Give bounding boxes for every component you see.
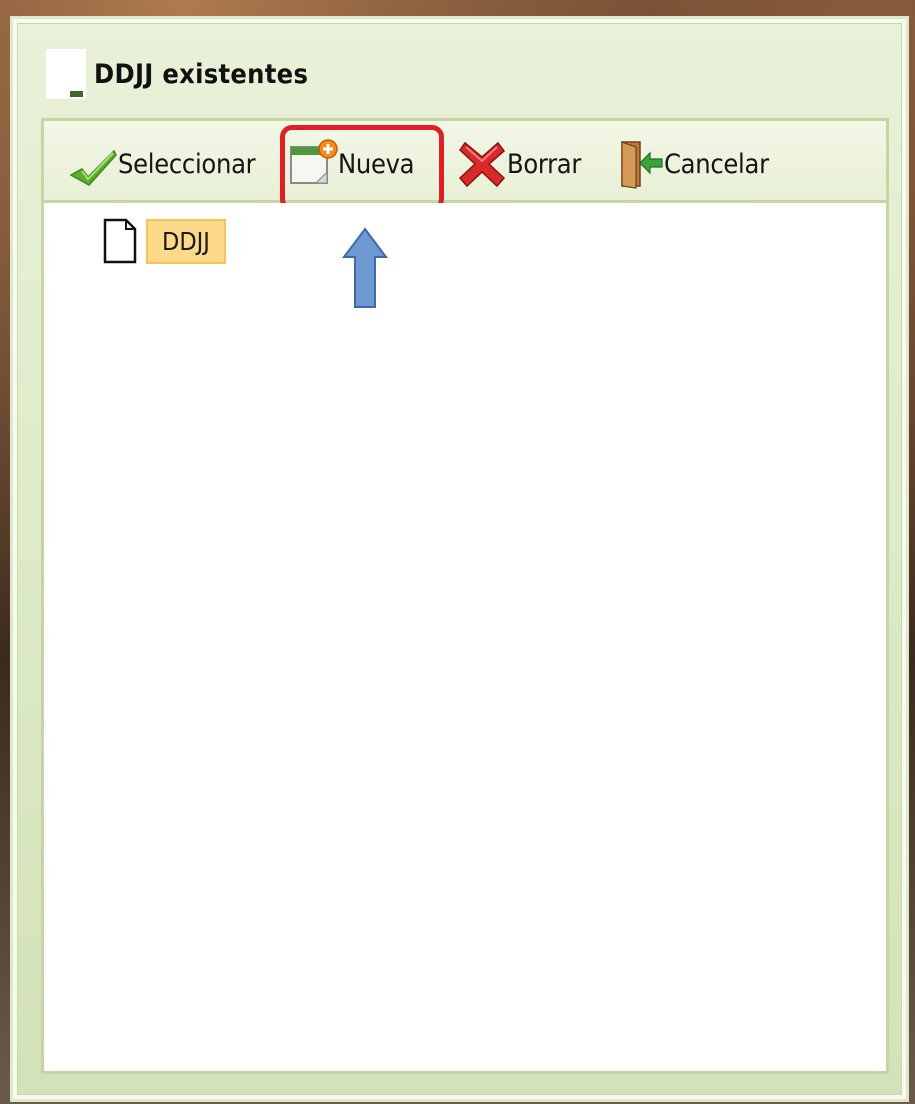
up-arrow-icon <box>342 227 388 308</box>
cancelar-button[interactable]: Cancelar <box>614 139 769 189</box>
borrar-button[interactable]: Borrar <box>457 139 581 189</box>
dialog-titlebar: DDJJ existentes <box>46 44 905 104</box>
nueva-button[interactable]: Nueva <box>288 139 415 189</box>
cancelar-label: Cancelar <box>664 148 769 180</box>
checkmark-icon <box>68 139 118 189</box>
window-icon <box>46 49 86 99</box>
ddjj-panel: Seleccionar Nueva Borrar Cancelar DDJJ <box>41 118 889 1074</box>
red-x-icon <box>457 139 507 189</box>
tree-item-label: DDJJ <box>146 218 226 264</box>
file-icon <box>102 217 138 265</box>
dialog-title: DDJJ existentes <box>94 58 309 90</box>
tree-item[interactable]: DDJJ <box>102 217 226 265</box>
new-document-icon <box>288 139 338 189</box>
nueva-label: Nueva <box>338 148 415 180</box>
seleccionar-button[interactable]: Seleccionar <box>68 139 256 189</box>
exit-door-icon <box>614 139 664 189</box>
borrar-label: Borrar <box>507 148 582 180</box>
seleccionar-label: Seleccionar <box>118 148 256 180</box>
ddjj-tree: DDJJ <box>44 203 886 1071</box>
toolbar: Seleccionar Nueva Borrar Cancelar <box>44 121 886 211</box>
